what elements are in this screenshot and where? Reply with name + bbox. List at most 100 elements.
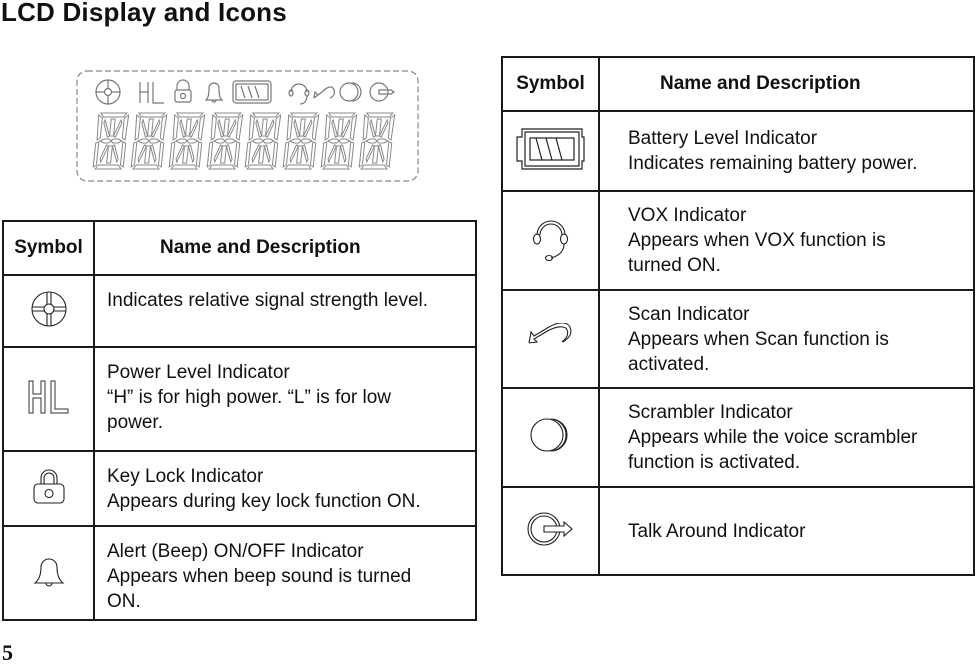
lcd-segment [110, 138, 124, 144]
lcd-segment [271, 141, 279, 168]
lcd-segment [359, 164, 388, 170]
row-title: VOX Indicator [628, 205, 747, 226]
row-description: activated. [628, 353, 710, 375]
lcd-segment [148, 138, 162, 144]
lcd-segment [262, 138, 276, 144]
table-row: Key Lock Indicator Appears during key lo… [2, 450, 477, 527]
lcd-segment [286, 113, 293, 141]
row-description: Indicates relative signal strength level… [107, 290, 429, 311]
row-description: power. [107, 412, 163, 433]
lcd-digit [168, 112, 206, 170]
row-description: Appears when VOX function is [628, 230, 886, 251]
row-description: function is activated. [628, 452, 801, 473]
table-header-row: Symbol Name and Description [2, 220, 477, 276]
table-row: Talk Around Indicator [501, 486, 975, 576]
lcd-segment [385, 141, 393, 168]
lcd-segment [309, 141, 317, 168]
row-title: Talk Around Indicator [628, 520, 806, 542]
scrambler-icon [529, 418, 568, 452]
table-header-row: Symbol Name and Description [501, 56, 975, 112]
lcd-scrambler-icon [339, 82, 362, 102]
lcd-segment [213, 112, 242, 118]
lcd-segment [169, 164, 198, 170]
lcd-segment [320, 141, 328, 168]
row-description: Appears during key lock function ON. [107, 491, 421, 512]
row-description: Appears when Scan function is [628, 328, 889, 350]
lcd-segment [168, 141, 176, 168]
lcd-segment [364, 138, 378, 144]
row-description: Appears while the voice scrambler [628, 427, 918, 448]
lcd-segment [376, 138, 390, 144]
page-number: 5 [2, 640, 13, 665]
icons-table-left: Symbol Name and Description Indicates re… [2, 220, 477, 621]
lcd-segment [324, 113, 331, 141]
bell-icon [32, 558, 65, 586]
lcd-segment [327, 112, 356, 118]
talk-around-icon [526, 511, 573, 546]
lcd-segment [131, 164, 160, 170]
table-row: VOX Indicator Appears when VOX function … [501, 190, 975, 291]
lcd-segment [93, 164, 122, 170]
lcd-segment [245, 164, 274, 170]
lcd-segment [338, 138, 352, 144]
lcd-segment [362, 113, 369, 141]
lcd-segment [347, 141, 355, 168]
lcd-segment [250, 138, 264, 144]
lcd-segment [248, 113, 255, 141]
row-description: “H” is for high power. “L” is for low [107, 387, 392, 408]
lcd-key-lock-icon [174, 79, 192, 103]
lcd-segment [283, 164, 312, 170]
lcd-segment [288, 138, 302, 144]
lcd-segment [157, 141, 165, 168]
lcd-segment [197, 113, 206, 141]
key-lock-icon [32, 469, 65, 504]
table-row: Power Level Indicator “H” is for high po… [2, 346, 477, 452]
row-title: Alert (Beep) ON/OFF Indicator [107, 541, 364, 562]
lcd-segment [251, 112, 280, 118]
lcd-segment [99, 112, 128, 118]
lcd-segment [92, 141, 100, 168]
lcd-scan-icon [313, 86, 335, 99]
lcd-segment [289, 112, 318, 118]
description-header: Name and Description [93, 220, 477, 276]
row-title: Scrambler Indicator [628, 402, 793, 423]
lcd-segment [300, 138, 314, 144]
lcd-segment [326, 138, 340, 144]
lcd-segment [195, 141, 203, 168]
lcd-bell-icon [204, 82, 224, 103]
lcd-display-illustration [76, 70, 419, 182]
symbol-header: Symbol [2, 220, 95, 276]
row-description: ON. [107, 591, 141, 612]
lcd-segment [365, 112, 394, 118]
lcd-segment [175, 112, 204, 118]
vox-headset-icon [532, 220, 568, 262]
lcd-digit [130, 112, 168, 170]
lcd-segment [273, 113, 282, 141]
lcd-digit [206, 112, 244, 170]
signal-strength-icon [30, 290, 67, 327]
power-level-icon [28, 380, 68, 413]
lcd-segment [186, 138, 200, 144]
row-title: Battery Level Indicator [628, 128, 818, 149]
icons-table-right: Symbol Name and Description Battery Leve… [501, 56, 975, 576]
lcd-digit [320, 112, 358, 170]
table-row: Indicates relative signal strength level… [2, 274, 477, 348]
lcd-battery-icon [232, 80, 272, 104]
lcd-segment [358, 141, 366, 168]
lcd-segment-digits [92, 112, 396, 170]
lcd-segment [134, 113, 141, 141]
row-title: Power Level Indicator [107, 362, 290, 383]
lcd-segment [130, 141, 138, 168]
lcd-talk-around-icon [369, 82, 396, 102]
lcd-digit [244, 112, 282, 170]
lcd-segment [206, 141, 214, 168]
table-row: Alert (Beep) ON/OFF Indicator Appears wh… [2, 525, 477, 621]
lcd-segment [224, 138, 238, 144]
lcd-signal-icon [95, 79, 121, 105]
row-description: turned ON. [628, 255, 721, 276]
lcd-segment [98, 138, 112, 144]
lcd-segment [207, 164, 236, 170]
lcd-segment [282, 141, 290, 168]
lcd-digit [358, 112, 396, 170]
row-title: Key Lock Indicator [107, 466, 264, 487]
